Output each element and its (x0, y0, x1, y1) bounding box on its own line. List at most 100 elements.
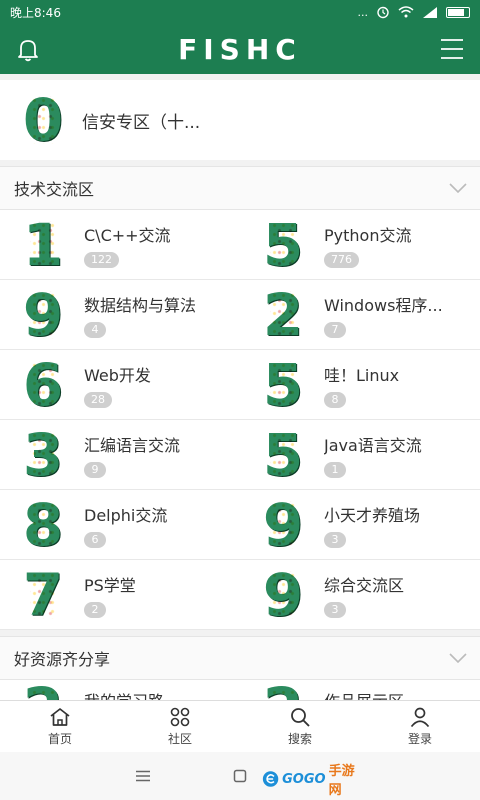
watermark-logo: GOGO 手游网 (262, 764, 362, 798)
forum-item[interactable]: 1 C\C++交流 122 (0, 210, 240, 280)
forum-item[interactable]: 9 综合交流区 3 (240, 560, 480, 630)
nav-label: 社区 (167, 731, 192, 746)
forum-title: 小天才养殖场 (324, 505, 421, 525)
forum-title: 我的学习路 (84, 688, 164, 700)
nav-community[interactable]: 社区 (120, 701, 240, 752)
notification-button[interactable] (14, 35, 42, 63)
forum-item[interactable]: 8 Delphi交流 6 (0, 490, 240, 560)
forum-item[interactable]: 5 哇！Linux 8 (240, 350, 480, 420)
featured-forum-title: 信安专区（十... (82, 112, 201, 133)
bottom-nav: 首页 社区 搜索 登录 (0, 700, 480, 752)
forum-item[interactable]: 6 Web开发 28 (0, 350, 240, 420)
nav-login[interactable]: 登录 (360, 701, 480, 752)
post-count-badge: 2 (84, 601, 106, 618)
home-button[interactable] (231, 768, 249, 784)
post-count-badge: 776 (324, 251, 359, 268)
post-count-badge: 7 (324, 321, 346, 338)
bell-icon (18, 40, 38, 62)
post-count-badge: 4 (84, 321, 106, 338)
post-count-badge: 9 (84, 461, 106, 478)
forum-item[interactable]: 2 我的学习路 (0, 680, 240, 700)
forum-title: Python交流 (324, 225, 412, 245)
status-dots: ... (357, 5, 369, 19)
post-count-badge: 28 (84, 391, 112, 408)
forum-item[interactable]: 2 作品展示区 (240, 680, 480, 700)
forum-grid-resources: 2 我的学习路 2 作品展示区 (0, 680, 480, 700)
forum-item[interactable]: 7 PS学堂 2 (0, 560, 240, 630)
forum-grid-tech: 1 C\C++交流 122 5 Python交流 776 9 数据结构与算法 4 2 … (0, 210, 480, 630)
forum-item[interactable]: 5 Python交流 776 (240, 210, 480, 280)
forum-title: Windows程序... (324, 295, 443, 315)
forum-number-icon: 8 (20, 493, 66, 557)
forum-number-icon: 2 (260, 283, 306, 347)
forum-number-icon: 0 (20, 88, 66, 152)
home-icon (50, 707, 70, 726)
forum-number-icon: 5 (260, 423, 306, 487)
forum-item[interactable]: 5 Java语言交流 1 (240, 420, 480, 490)
forum-title: Web开发 (84, 365, 151, 385)
forum-title: 汇编语言交流 (84, 435, 181, 455)
forum-number-icon: 5 (260, 353, 306, 417)
forum-title: 作品展示区 (324, 688, 404, 700)
forum-title: Java语言交流 (324, 435, 422, 455)
post-count-badge: 122 (84, 251, 119, 268)
forum-title: Delphi交流 (84, 505, 168, 525)
alarm-icon (377, 6, 389, 19)
section-header-resources[interactable]: 好资源齐分享 (0, 636, 480, 680)
forum-number-icon: 1 (20, 213, 66, 277)
system-nav-bar (0, 752, 480, 800)
user-icon (410, 707, 430, 727)
section-header-tech[interactable]: 技术交流区 (0, 166, 480, 210)
post-count-badge: 1 (324, 461, 346, 478)
post-count-badge: 6 (84, 531, 106, 548)
nav-label: 搜索 (287, 731, 312, 746)
forum-title: 数据结构与算法 (84, 295, 197, 315)
watermark-text: 手游网 (328, 764, 355, 798)
square-icon (233, 769, 247, 783)
status-time: 晚上8:46 (10, 5, 61, 20)
nav-home[interactable]: 首页 (0, 701, 120, 752)
forum-item[interactable]: 9 数据结构与算法 4 (0, 280, 240, 350)
post-count-badge: 3 (324, 601, 346, 618)
watermark-text: GOGO (282, 771, 326, 787)
forum-title: C\C++交流 (84, 225, 171, 245)
nav-label: 登录 (407, 731, 432, 746)
signal-icon (423, 7, 437, 18)
forum-number-icon: 6 (20, 353, 66, 417)
app-bar: FISHC (0, 24, 480, 74)
status-icons: ... (357, 5, 470, 19)
chevron-down-icon (449, 183, 467, 194)
grid-icon (170, 707, 190, 726)
forum-number-icon: 5 (260, 213, 306, 277)
menu-icon (440, 39, 463, 59)
battery-icon (446, 6, 470, 18)
forum-number-icon: 9 (260, 563, 306, 627)
nav-search[interactable]: 搜索 (240, 701, 360, 752)
nav-label: 首页 (47, 731, 72, 746)
post-count-badge: 3 (324, 531, 346, 548)
forum-number-icon: 3 (20, 423, 66, 487)
forum-title: PS学堂 (84, 575, 136, 595)
post-count-badge: 8 (324, 391, 346, 408)
status-bar: 晚上8:46 ... (0, 0, 480, 24)
forum-list[interactable]: 0 信安专区（十... 技术交流区 1 C\C++交流 122 5 Python交… (0, 74, 480, 700)
forum-number-icon: 2 (20, 680, 66, 700)
chevron-down-icon (449, 653, 467, 664)
forum-title: 综合交流区 (324, 575, 405, 595)
forum-title: 哇！Linux (324, 365, 400, 385)
watermark-e-icon (262, 771, 279, 787)
wifi-icon (398, 6, 414, 18)
forum-number-icon: 7 (20, 563, 66, 627)
forum-number-icon: 9 (260, 493, 306, 557)
menu-button[interactable] (438, 35, 466, 63)
recent-apps-button[interactable] (134, 768, 152, 784)
forum-item[interactable]: 3 汇编语言交流 9 (0, 420, 240, 490)
search-icon (291, 707, 310, 727)
section-title: 技术交流区 (14, 180, 95, 199)
featured-forum[interactable]: 0 信安专区（十... (0, 80, 480, 160)
app-title: FISHC (178, 32, 302, 66)
forum-item[interactable]: 2 Windows程序... 7 (240, 280, 480, 350)
forum-number-icon: 2 (260, 680, 306, 700)
forum-number-icon: 9 (20, 283, 66, 347)
forum-item[interactable]: 9 小天才养殖场 3 (240, 490, 480, 560)
